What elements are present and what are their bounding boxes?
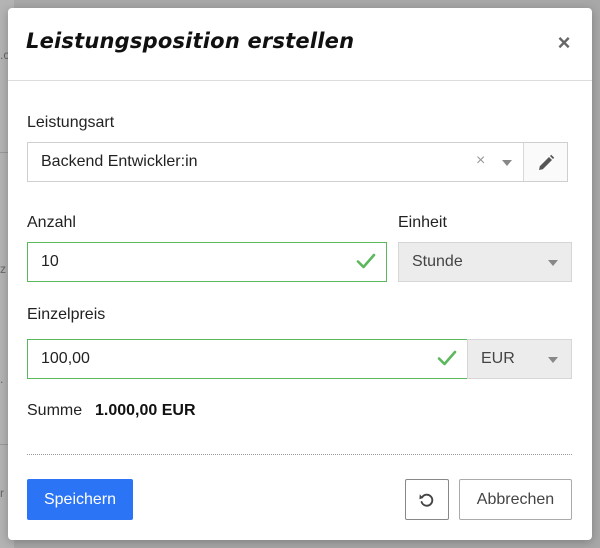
anzahl-value: 10	[41, 253, 59, 270]
background-text-fragment: .	[0, 372, 4, 386]
chevron-down-icon	[548, 260, 558, 266]
anzahl-input[interactable]: 10	[27, 242, 387, 282]
einheit-select[interactable]: Stunde	[398, 242, 572, 282]
clear-icon[interactable]: ×	[476, 152, 485, 170]
close-icon[interactable]: ×	[554, 30, 574, 56]
background-text-fragment: r	[0, 486, 4, 500]
einheit-label: Einheit	[398, 214, 447, 231]
chevron-down-icon[interactable]	[502, 160, 512, 166]
einzelpreis-value: 100,00	[41, 350, 90, 367]
cancel-button[interactable]: Abbrechen	[459, 479, 572, 520]
summe-value: 1.000,00 EUR	[95, 402, 196, 419]
edit-leistungsart-button[interactable]	[523, 142, 568, 182]
dialog-title: Leistungsposition erstellen	[26, 29, 355, 53]
einzelpreis-label: Einzelpreis	[27, 306, 106, 323]
checkmark-icon	[356, 253, 376, 269]
footer-divider	[27, 454, 572, 455]
background-text-fragment: .c	[0, 48, 8, 62]
einzelpreis-input[interactable]: 100,00	[27, 339, 468, 379]
pencil-icon	[539, 154, 555, 170]
reset-button[interactable]	[405, 479, 449, 520]
currency-value: EUR	[481, 350, 515, 367]
anzahl-label: Anzahl	[27, 214, 76, 231]
leistungsart-label: Leistungsart	[27, 114, 115, 131]
background-text-fragment: z	[0, 262, 6, 276]
currency-select[interactable]: EUR	[467, 339, 572, 379]
undo-icon	[419, 493, 434, 507]
leistungsart-select[interactable]: Backend Entwickler:in ×	[27, 142, 524, 182]
summe-label: Summe	[27, 402, 83, 419]
einheit-value: Stunde	[412, 253, 463, 270]
chevron-down-icon	[548, 357, 558, 363]
create-service-item-dialog: Leistungsposition erstellen × Leistungsa…	[8, 8, 592, 540]
save-button[interactable]: Speichern	[27, 479, 133, 520]
leistungsart-value: Backend Entwickler:in	[41, 153, 198, 170]
checkmark-icon	[437, 350, 457, 366]
dialog-header: Leistungsposition erstellen ×	[8, 8, 592, 81]
